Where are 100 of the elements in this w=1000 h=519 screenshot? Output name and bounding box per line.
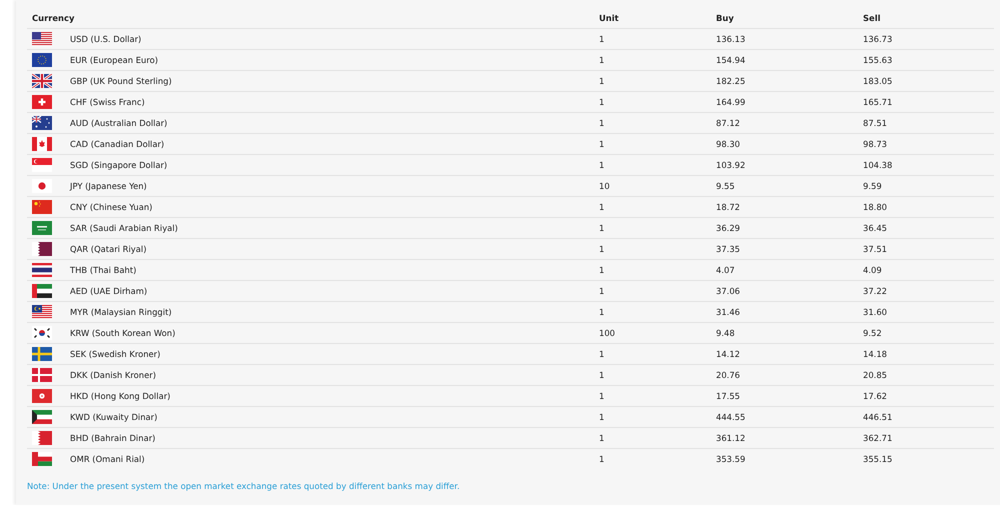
table-cell: 154.94 xyxy=(716,55,746,65)
table-cell: HKD (Hong Kong Dollar) xyxy=(70,391,170,401)
flag-icon xyxy=(32,137,52,151)
column-header: Sell xyxy=(863,13,880,23)
table-cell: 37.06 xyxy=(716,286,740,296)
table-cell: 98.73 xyxy=(863,139,887,149)
table-cell: 182.25 xyxy=(716,76,746,86)
table-cell: KWD (Kuwaity Dinar) xyxy=(70,412,158,422)
flag-icon xyxy=(32,53,52,67)
table-cell: SEK (Swedish Kroner) xyxy=(70,349,160,359)
flag-icon xyxy=(32,95,52,109)
table-cell: 1 xyxy=(599,202,604,212)
table-cell: MYR (Malaysian Ringgit) xyxy=(70,307,172,317)
table-cell: CNY (Chinese Yuan) xyxy=(70,202,152,212)
table-cell: 20.76 xyxy=(716,370,740,380)
table-cell: 1 xyxy=(599,139,604,149)
table-cell: SGD (Singapore Dollar) xyxy=(70,160,168,170)
flag-icon xyxy=(32,368,52,382)
table-cell: 136.13 xyxy=(716,34,746,44)
table-cell: 18.80 xyxy=(863,202,887,212)
table-cell: 9.55 xyxy=(716,181,735,191)
table-cell: 17.62 xyxy=(863,391,887,401)
table-cell: 18.72 xyxy=(716,202,740,212)
table-cell: 87.12 xyxy=(716,118,740,128)
table-cell: 100 xyxy=(599,328,615,338)
table-cell: 165.71 xyxy=(863,97,892,107)
table-cell: JPY (Japanese Yen) xyxy=(70,181,147,191)
column-header: Buy xyxy=(716,13,734,23)
table-cell: 98.30 xyxy=(716,139,740,149)
table-cell: 17.55 xyxy=(716,391,740,401)
table-cell: EUR (European Euro) xyxy=(70,55,158,65)
table-cell: 14.18 xyxy=(863,349,887,359)
table-cell: 362.71 xyxy=(863,433,892,443)
flag-icon xyxy=(32,179,52,193)
table-cell: 1 xyxy=(599,349,604,359)
table-cell: 1 xyxy=(599,160,604,170)
flag-icon xyxy=(32,74,52,88)
flag-icon xyxy=(32,410,52,424)
table-cell: 136.73 xyxy=(863,34,892,44)
flag-icon xyxy=(32,158,52,172)
flag-icon xyxy=(32,284,52,298)
flag-icon xyxy=(32,221,52,235)
table-cell: 103.92 xyxy=(716,160,746,170)
note-text: Note: Under the present system the open market exchange rates quoted by different banks may differ. xyxy=(27,481,461,491)
table-cell: KRW (South Korean Won) xyxy=(70,328,176,338)
table-cell: GBP (UK Pound Sterling) xyxy=(70,76,172,86)
flag-icon xyxy=(32,200,52,214)
table-cell: CAD (Canadian Dollar) xyxy=(70,139,164,149)
table-cell: QAR (Qatari Riyal) xyxy=(70,244,146,254)
table-cell: 164.99 xyxy=(716,97,746,107)
table-cell: 37.22 xyxy=(863,286,887,296)
table-cell: 1 xyxy=(599,433,604,443)
table-cell: 1 xyxy=(599,97,604,107)
column-header: Currency xyxy=(32,13,74,23)
table-cell: 1 xyxy=(599,223,604,233)
flag-icon xyxy=(32,32,52,46)
table-cell: CHF (Swiss Franc) xyxy=(70,97,145,107)
table-cell: 1 xyxy=(599,307,604,317)
flag-icon xyxy=(32,389,52,403)
table-cell: DKK (Danish Kroner) xyxy=(70,370,156,380)
table-cell: 36.29 xyxy=(716,223,740,233)
table-cell: 104.38 xyxy=(863,160,892,170)
table-cell: 14.12 xyxy=(716,349,740,359)
table-cell: 37.51 xyxy=(863,244,887,254)
table-cell: 1 xyxy=(599,55,604,65)
flag-icon xyxy=(32,431,52,445)
table-cell: 444.55 xyxy=(716,412,746,422)
table-cell: 1 xyxy=(599,412,604,422)
table-cell: SAR (Saudi Arabian Riyal) xyxy=(70,223,178,233)
table-cell: 353.59 xyxy=(716,454,746,464)
flag-icon xyxy=(32,305,52,319)
table-cell: 1 xyxy=(599,286,604,296)
table-cell: 1 xyxy=(599,265,604,275)
table-cell: THB (Thai Baht) xyxy=(70,265,136,275)
table-cell: 446.51 xyxy=(863,412,892,422)
table-cell: 183.05 xyxy=(863,76,892,86)
table-cell: 1 xyxy=(599,76,604,86)
table-cell: 4.09 xyxy=(863,265,882,275)
table-cell: 355.15 xyxy=(863,454,892,464)
table-cell: 31.60 xyxy=(863,307,887,317)
table-cell: 1 xyxy=(599,34,604,44)
flag-icon xyxy=(32,326,52,340)
table-cell: 361.12 xyxy=(716,433,746,443)
flag-icon xyxy=(32,347,52,361)
table-cell: 1 xyxy=(599,244,604,254)
column-header: Unit xyxy=(599,13,619,23)
table-cell: 4.07 xyxy=(716,265,735,275)
table-cell: 20.85 xyxy=(863,370,887,380)
table-cell: 1 xyxy=(599,391,604,401)
flag-icon xyxy=(32,452,52,466)
flag-icon xyxy=(32,242,52,256)
table-cell: 31.46 xyxy=(716,307,740,317)
table-cell: 37.35 xyxy=(716,244,740,254)
table-cell: OMR (Omani Rial) xyxy=(70,454,145,464)
table-cell: AUD (Australian Dollar) xyxy=(70,118,168,128)
flag-icon xyxy=(32,116,52,130)
table-cell: USD (U.S. Dollar) xyxy=(70,34,142,44)
table-cell: AED (UAE Dirham) xyxy=(70,286,148,296)
table-cell: 87.51 xyxy=(863,118,887,128)
table-cell: 1 xyxy=(599,118,604,128)
